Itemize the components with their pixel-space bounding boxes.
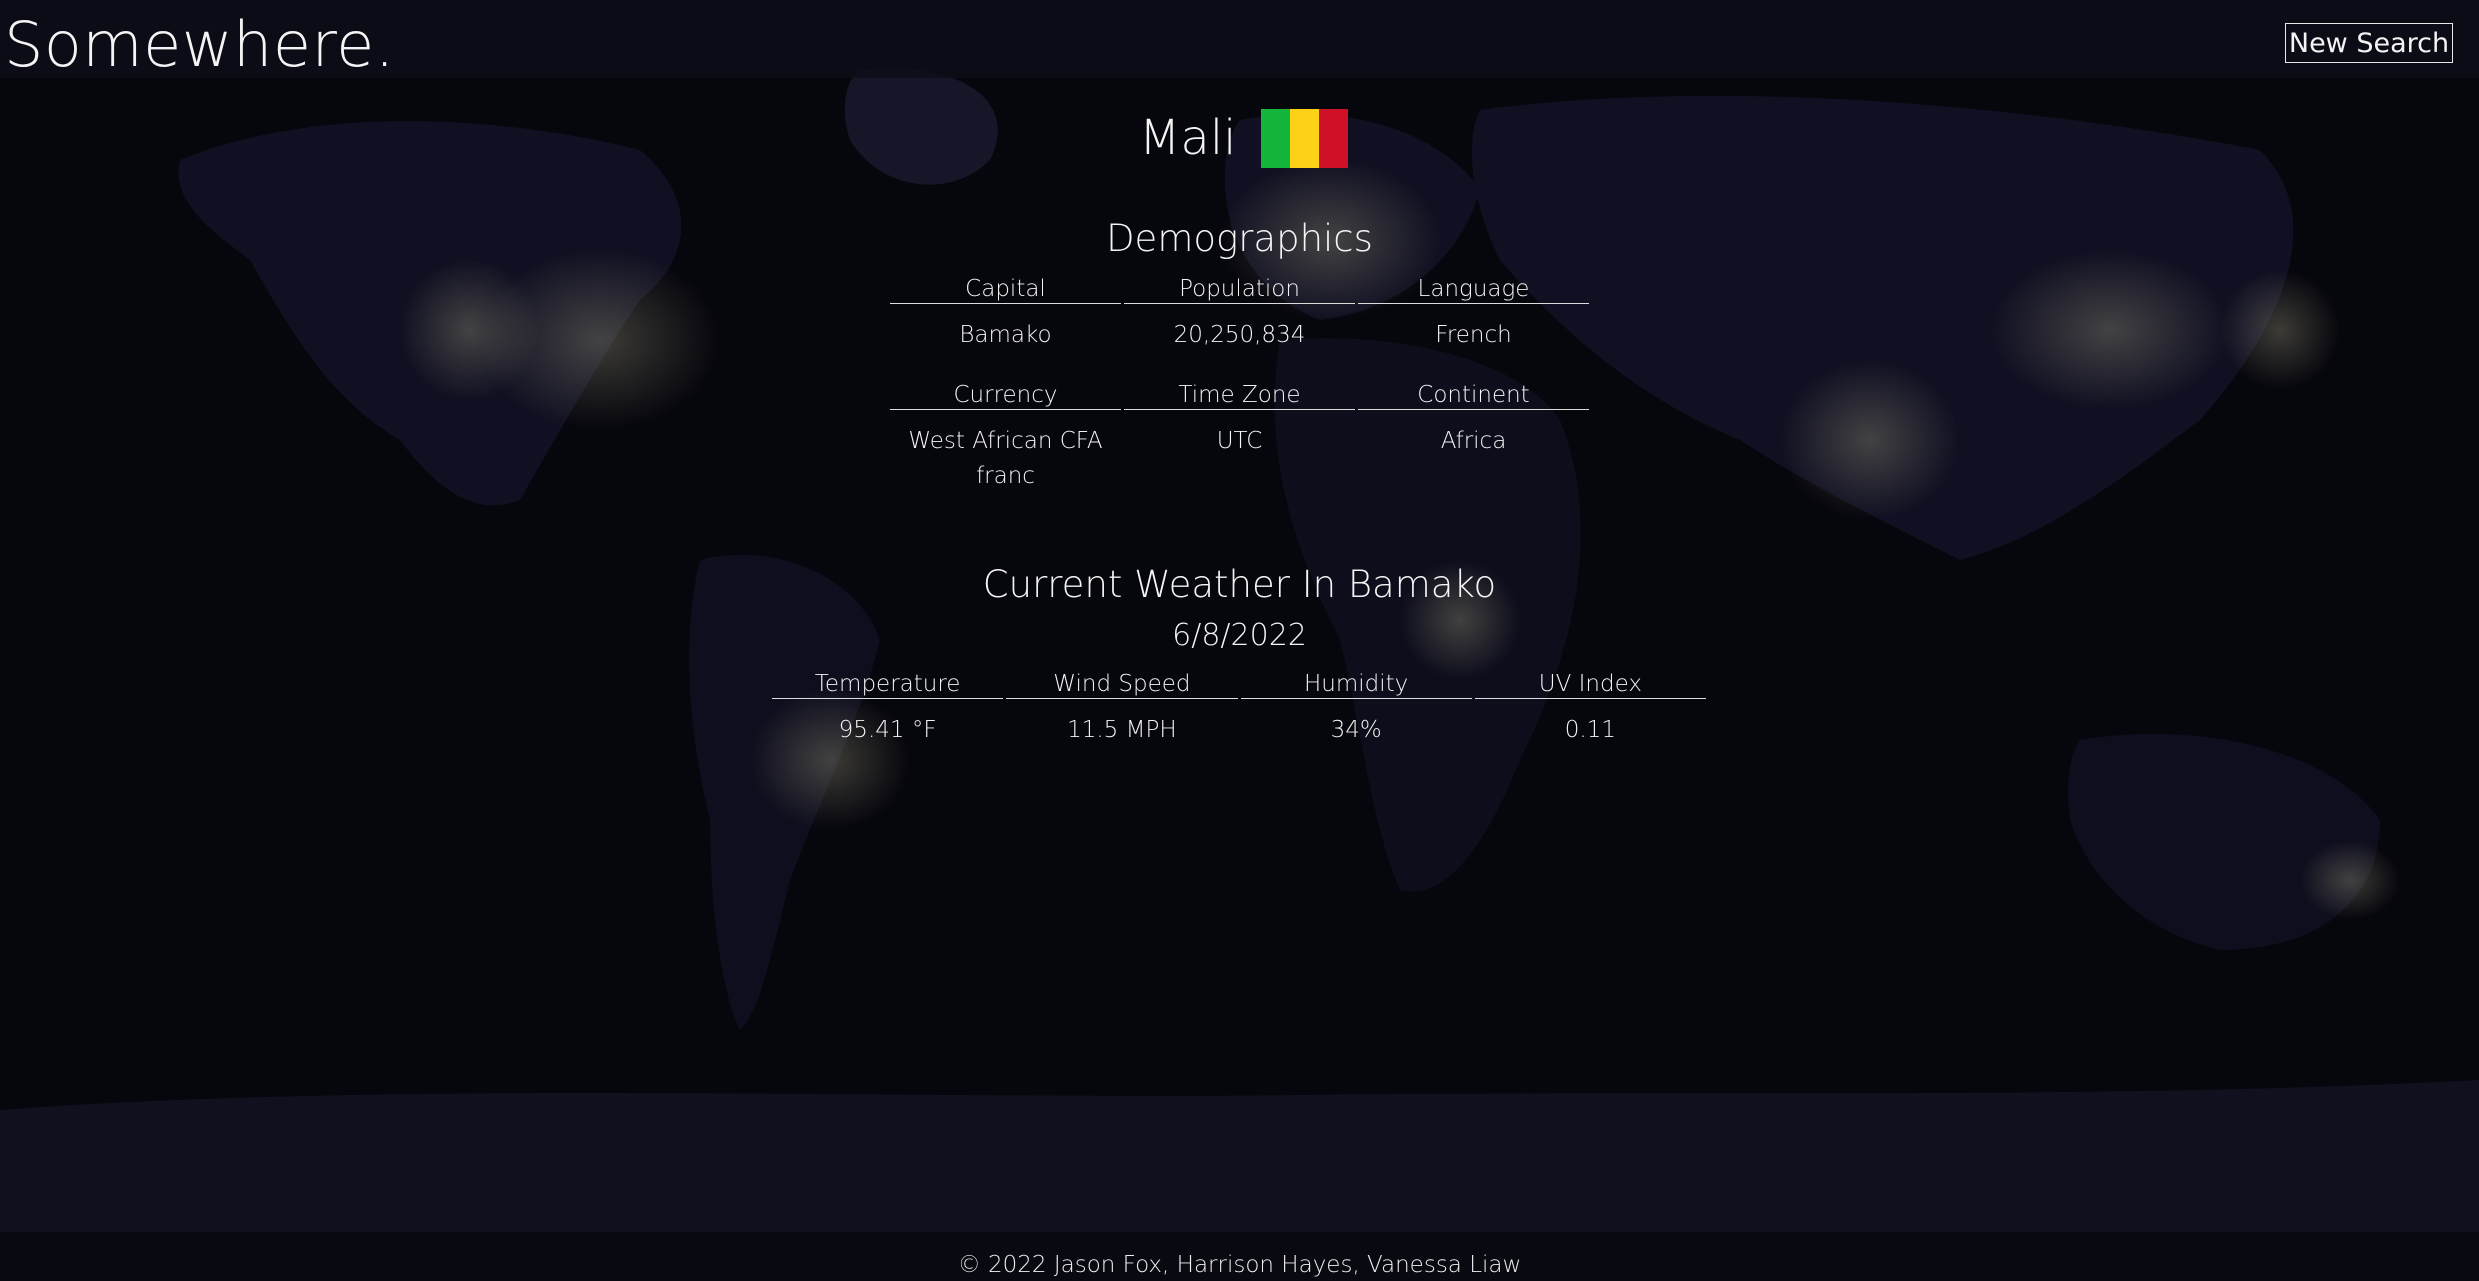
flag-stripe-yellow: [1289, 108, 1320, 168]
value-currency: West African CFA franc: [908, 428, 1103, 489]
header-language: Language: [1358, 276, 1589, 304]
value-time-zone: UTC: [1216, 428, 1263, 454]
header-temperature: Temperature: [772, 671, 1004, 699]
value-humidity: 34%: [1330, 717, 1382, 743]
new-search-button[interactable]: New Search: [2285, 23, 2453, 63]
country-flag: [1260, 108, 1349, 168]
value-capital: Bamako: [959, 322, 1052, 348]
demographics-table-1: Capital Population Language Bamako 20,25…: [887, 276, 1592, 353]
header-humidity: Humidity: [1240, 671, 1472, 699]
country-header: Mali: [1139, 108, 1349, 168]
weather-date: 6/8/2022: [1172, 618, 1307, 653]
demographics-title: Demographics: [1106, 217, 1373, 260]
footer-credits: © 2022 Jason Fox, Harrison Hayes, Vaness…: [957, 1252, 1522, 1278]
flag-stripe-green: [1260, 108, 1290, 168]
header-wind-speed: Wind Speed: [1006, 671, 1238, 699]
country-name: Mali: [1139, 110, 1237, 166]
value-continent: Africa: [1440, 428, 1507, 454]
value-wind-speed: 11.5 MPH: [1067, 717, 1177, 743]
value-uv-index: 0.11: [1564, 717, 1616, 743]
demographics-table-2: Currency Time Zone Continent West Africa…: [887, 382, 1592, 494]
header-uv-index: UV Index: [1474, 671, 1706, 699]
weather-table: Temperature Wind Speed Humidity UV Index…: [769, 671, 1709, 748]
weather-title: Current Weather In Bamako: [982, 563, 1497, 606]
value-population: 20,250,834: [1173, 322, 1306, 348]
header-currency: Currency: [890, 382, 1121, 410]
header-capital: Capital: [890, 276, 1121, 304]
header-population: Population: [1124, 276, 1355, 304]
brand-title[interactable]: Somewhere.: [4, 8, 395, 81]
flag-stripe-red: [1319, 108, 1349, 168]
value-language: French: [1435, 322, 1512, 348]
value-temperature: 95.41 °F: [838, 717, 937, 743]
header-continent: Continent: [1358, 382, 1589, 410]
header-time-zone: Time Zone: [1124, 382, 1355, 410]
